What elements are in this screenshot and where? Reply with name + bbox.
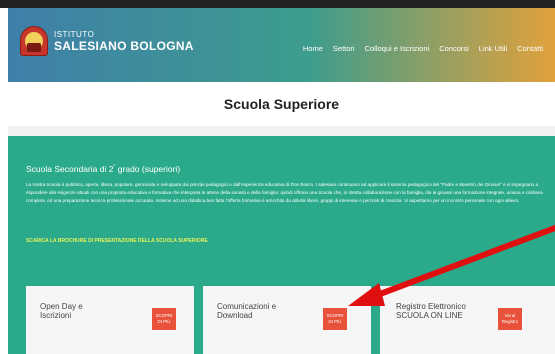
card-registro-line2: SCUOLA ON LINE bbox=[396, 311, 463, 321]
page-title: Scuola Superiore bbox=[223, 96, 340, 112]
card-comunicazioni: Comunicazioni e Download SCOPRI DI PIÙ bbox=[203, 286, 371, 354]
card-registro: Registro Elettronico SCUOLA ON LINE Vai … bbox=[380, 286, 555, 354]
card-comunicazioni-line2: Download bbox=[217, 311, 253, 321]
open-day-scopri-button[interactable]: SCOPRI DI PIÙ bbox=[152, 308, 176, 330]
logo-big-text: SALESIANO BOLOGNA bbox=[54, 38, 194, 53]
main-nav: Home Settori Colloqui e Iscrizioni Conco… bbox=[303, 44, 543, 53]
logo-small-text: ISTITUTO bbox=[54, 29, 95, 39]
card-comunicazioni-line1: Comunicazioni e bbox=[217, 302, 277, 311]
section-divider bbox=[8, 126, 555, 136]
card-open-day-line1: Open Day e bbox=[40, 302, 83, 311]
nav-colloqui[interactable]: Colloqui e Iscrizioni bbox=[365, 44, 430, 53]
brochure-download-link[interactable]: SCARICA LA BROCHURE DI PRESENTAZIONE DEL… bbox=[26, 238, 208, 244]
page-title-bar: Scuola Superiore bbox=[8, 82, 555, 126]
site-header: ISTITUTO SALESIANO BOLOGNA Home Settori … bbox=[8, 8, 555, 82]
salesian-crest-icon bbox=[20, 26, 48, 56]
nav-settori[interactable]: Settori bbox=[333, 44, 355, 53]
nav-contatti[interactable]: Contatti bbox=[517, 44, 543, 53]
site-logo[interactable]: ISTITUTO SALESIANO BOLOGNA bbox=[20, 26, 194, 56]
registro-button[interactable]: Vai al Registro bbox=[498, 308, 522, 330]
nav-home[interactable]: Home bbox=[303, 44, 323, 53]
section-heading: Scuola Secondaria di 2° grado (superiori… bbox=[26, 164, 181, 174]
card-open-day-line2: Iscrizioni bbox=[40, 311, 72, 321]
section-paragraph: La nostra Scuola è pubblica, aperta, lib… bbox=[26, 182, 543, 203]
comunicazioni-scopri-button[interactable]: SCOPRI DI PIÙ bbox=[323, 308, 347, 330]
school-section: Scuola Secondaria di 2° grado (superiori… bbox=[8, 136, 555, 354]
nav-link-utili[interactable]: Link Utili bbox=[479, 44, 507, 53]
card-open-day: Open Day e Iscrizioni SCOPRI DI PIÙ bbox=[26, 286, 194, 354]
top-dark-strip bbox=[0, 0, 555, 8]
card-registro-line1: Registro Elettronico bbox=[396, 302, 466, 311]
nav-concorsi[interactable]: Concorsi bbox=[439, 44, 469, 53]
